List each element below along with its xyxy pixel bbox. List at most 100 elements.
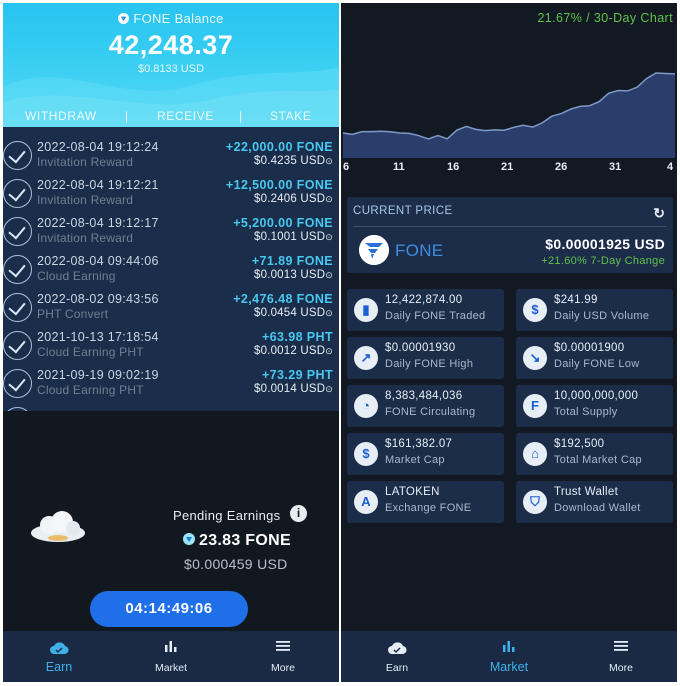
bank-icon: ⌂ xyxy=(523,442,547,466)
bottom-nav: Earn Market More xyxy=(3,631,339,682)
tx-label: Invitation Reward xyxy=(37,155,134,169)
nav-earn[interactable]: Earn xyxy=(341,631,453,682)
fone-gem-icon xyxy=(183,533,195,545)
stat-label: Total Supply xyxy=(554,406,618,418)
fone-coin-icon: F xyxy=(523,394,547,418)
stat-value: 10,000,000,000 xyxy=(554,390,639,402)
tx-label: Invitation Reward xyxy=(37,231,134,245)
stat-daily-fone-high: ↗ $0.00001930 Daily FONE High xyxy=(347,337,504,379)
latoken-icon: A xyxy=(354,490,378,514)
tx-usd: $0.0012 USD⊙ xyxy=(254,345,333,357)
transaction-row[interactable]: 2022-08-04 19:12:24 Invitation Reward +2… xyxy=(3,137,339,175)
nav-market[interactable]: Market xyxy=(453,631,565,682)
x-tick: 6 xyxy=(343,161,350,173)
stat-value: $161,382.07 xyxy=(385,438,453,450)
check-circle-icon xyxy=(3,141,32,170)
withdraw-button[interactable]: WITHDRAW xyxy=(25,109,97,123)
stat-daily-usd-volume: $ $241.99 Daily USD Volume xyxy=(516,289,673,331)
transaction-list[interactable]: 2022-08-04 19:12:24 Invitation Reward +2… xyxy=(3,127,339,411)
x-tick: 11 xyxy=(393,161,405,173)
stat-label: Market Cap xyxy=(385,454,445,466)
nav-market[interactable]: Market xyxy=(115,631,227,682)
current-price-value: $0.00001925 USD xyxy=(545,236,665,252)
cloud-icon xyxy=(31,511,85,542)
price-area-chart xyxy=(342,72,676,158)
tx-usd: $0.0454 USD⊙ xyxy=(254,307,333,319)
transaction-row[interactable]: 2022-08-04 09:44:06 Cloud Earning +71.89… xyxy=(3,251,339,289)
clock-icon: ⊙ xyxy=(325,156,333,166)
stat-label: Daily FONE High xyxy=(385,358,474,370)
refresh-icon[interactable]: ↻ xyxy=(653,205,665,222)
tx-date: 2021-09-19 09:02:19 xyxy=(37,368,159,382)
stat-value: 12,422,874.00 xyxy=(385,294,463,306)
transaction-row-partial[interactable] xyxy=(3,403,339,411)
pending-amount: 23.83 FONE xyxy=(183,532,291,550)
tx-date: 2022-08-04 19:12:24 xyxy=(37,140,159,154)
tx-amount: +73.29 PHT xyxy=(261,368,333,382)
check-circle-icon xyxy=(3,255,32,284)
stat-label: Daily FONE Traded xyxy=(385,310,486,322)
nav-market-label: Market xyxy=(154,662,188,674)
tx-amount: +5,200.00 FONE xyxy=(233,216,333,230)
transaction-row[interactable]: 2022-08-02 09:43:56 PHT Convert +2,476.4… xyxy=(3,289,339,327)
fone-logo-icon xyxy=(359,235,389,265)
stat-total-supply: F 10,000,000,000 Total Supply xyxy=(516,385,673,427)
info-icon[interactable]: i xyxy=(290,505,307,522)
stake-button[interactable]: STAKE xyxy=(270,109,311,123)
stat-label: Total Market Cap xyxy=(554,454,642,466)
clock-icon: ⊙ xyxy=(325,346,333,356)
earn-screen: FONE Balance 42,248.37 $0.8133 USD WITHD… xyxy=(3,3,339,682)
transaction-row[interactable]: 2021-09-19 09:02:19 Cloud Earning PHT +7… xyxy=(3,365,339,403)
check-circle-icon xyxy=(3,217,32,246)
balance-amount: 42,248.37 xyxy=(108,30,234,60)
clock-icon: ⊙ xyxy=(325,308,333,318)
clock-icon: ⊙ xyxy=(325,270,333,280)
bar-chart-icon xyxy=(165,641,177,652)
balance-usd: $0.8133 USD xyxy=(137,63,205,75)
balance-title: FONE Balance xyxy=(3,11,339,26)
pending-usd: $0.000459 USD xyxy=(184,556,288,572)
pending-earnings-title: Pending Earnings xyxy=(173,508,281,523)
clock-icon: ⊙ xyxy=(325,232,333,242)
transaction-row[interactable]: 2021-10-13 17:18:54 Cloud Earning PHT +6… xyxy=(3,327,339,365)
stat-value: $0.00001930 xyxy=(385,342,456,354)
trust-wallet-button[interactable]: ⛉ Trust Wallet Download Wallet xyxy=(516,481,673,523)
bar-chart-icon: ▮ xyxy=(354,298,378,322)
shield-icon: ⛉ xyxy=(523,490,547,514)
stat-value: $192,500 xyxy=(554,438,605,450)
nav-more[interactable]: More xyxy=(565,631,677,682)
tx-date: 2021-10-13 17:18:54 xyxy=(37,330,159,344)
bar-chart-icon xyxy=(503,641,515,652)
clock-icon: ⊙ xyxy=(325,194,333,204)
menu-icon xyxy=(614,641,628,651)
stat-value: $241.99 xyxy=(554,294,598,306)
stat-fone-circulating: ◔ 8,383,484,036 FONE Circulating xyxy=(347,385,504,427)
action-bar: WITHDRAW | RECEIVE | STAKE xyxy=(3,109,339,127)
clock-icon: ⊙ xyxy=(325,384,333,394)
tx-amount: +22,000.00 FONE xyxy=(225,140,333,154)
transaction-row[interactable]: 2022-08-04 19:12:17 Invitation Reward +5… xyxy=(3,213,339,251)
tx-date: 2022-08-04 19:12:21 xyxy=(37,178,159,192)
x-tick: 4 xyxy=(667,161,674,173)
tx-amount: +71.89 FONE xyxy=(251,254,333,268)
dollar-icon: $ xyxy=(523,298,547,322)
stat-value: $0.00001900 xyxy=(554,342,625,354)
stat-value: Trust Wallet xyxy=(554,486,619,498)
bottom-nav: Earn Market More xyxy=(341,631,677,682)
tx-amount: +12,500.00 FONE xyxy=(225,178,333,192)
countdown-timer-button[interactable]: 04:14:49:06 xyxy=(90,591,248,627)
nav-more-label: More xyxy=(609,662,633,674)
tx-date: 2022-08-04 09:44:06 xyxy=(37,254,159,268)
transaction-row[interactable]: 2022-08-04 19:12:21 Invitation Reward +1… xyxy=(3,175,339,213)
trend-down-icon: ↘ xyxy=(523,346,547,370)
tx-date: 2022-08-02 09:43:56 xyxy=(37,292,159,306)
nav-more[interactable]: More xyxy=(227,631,339,682)
check-circle-icon xyxy=(3,331,32,360)
latoken-exchange-button[interactable]: A LATOKEN Exchange FONE xyxy=(347,481,504,523)
stat-label: Download Wallet xyxy=(554,502,641,514)
tx-label: Invitation Reward xyxy=(37,193,134,207)
nav-more-label: More xyxy=(271,662,295,674)
receive-button[interactable]: RECEIVE xyxy=(157,109,214,123)
tx-usd: $0.0013 USD⊙ xyxy=(254,269,333,281)
nav-earn[interactable]: Earn xyxy=(3,631,115,682)
